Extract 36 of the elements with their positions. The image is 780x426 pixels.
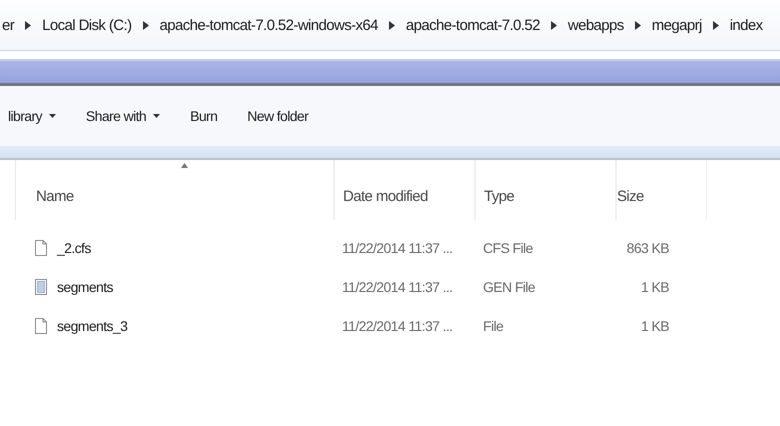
toolbar-button[interactable]: Share with	[86, 108, 160, 124]
toolbar-button[interactable]: New folder	[247, 108, 308, 124]
file-size: 863 KB	[626, 240, 669, 256]
file-type: CFS File	[483, 240, 533, 256]
column-header[interactable]: Date modified	[334, 160, 475, 220]
file-name[interactable]: segments	[57, 278, 113, 294]
chevron-right-icon	[634, 20, 641, 30]
chevron-right-icon	[550, 20, 557, 30]
file-size: 1 KB	[641, 318, 669, 334]
chevron-right-icon	[712, 20, 719, 30]
toolbar-button[interactable]: Burn	[190, 108, 218, 124]
file-name[interactable]: segments_3	[57, 318, 128, 334]
breadcrumb-item[interactable]: Local Disk (C:)	[42, 16, 132, 34]
breadcrumb-item[interactable]: webapps	[568, 16, 624, 34]
date-modified: 11/22/2014 11:37 ...	[342, 318, 452, 334]
document-icon	[35, 278, 47, 294]
breadcrumb-item[interactable]: index	[730, 16, 763, 34]
file-size: 1 KB	[641, 278, 669, 294]
date-modified: 11/22/2014 11:37 ...	[342, 240, 452, 256]
file-type: GEN File	[483, 278, 535, 294]
chevron-right-icon	[142, 20, 148, 30]
file-name[interactable]: _2.cfs	[57, 240, 91, 256]
breadcrumb-item[interactable]: apache-tomcat-7.0.52	[406, 16, 540, 34]
blank-file-icon	[35, 240, 47, 256]
date-modified: 11/22/2014 11:37 ...	[342, 278, 452, 294]
blank-file-icon	[35, 318, 47, 334]
file-type: File	[483, 318, 504, 334]
breadcrumb-item[interactable]: apache-tomcat-7.0.52-windows-x64	[160, 16, 378, 34]
column-header[interactable]: Size	[616, 160, 707, 220]
chevron-right-icon	[388, 20, 395, 30]
breadcrumb-item[interactable]: er	[2, 16, 14, 34]
toolbar-button[interactable]: library	[8, 108, 56, 124]
chevron-right-icon	[25, 20, 32, 30]
column-header[interactable]: Name	[15, 160, 334, 220]
column-header[interactable]: Type	[475, 160, 616, 220]
breadcrumb-item[interactable]: megaprj	[652, 16, 702, 34]
